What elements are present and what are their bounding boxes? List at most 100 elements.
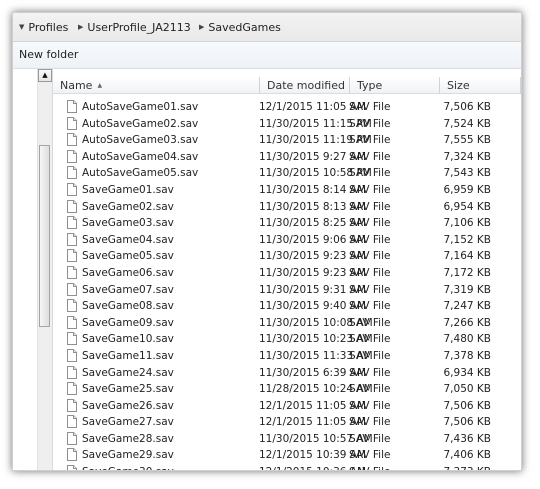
file-row[interactable]: SaveGame26.sav 12/1/2015 11:05 AM SAV File… — [53, 398, 521, 415]
file-row[interactable]: SaveGame30.sav12/1/2015 10:36 AMSAV File… — [53, 464, 521, 470]
file-icon — [67, 365, 77, 379]
file-icon — [67, 100, 77, 113]
file-row[interactable]: SaveGame06.sav 11/30/2015 9:23 AM SAV File… — [53, 265, 521, 282]
file-name: SaveGame02.sav — [82, 200, 174, 213]
file-name: AutoSaveGame05.sav — [82, 167, 199, 180]
file-type: SAV File — [349, 266, 391, 279]
file-row[interactable]: SaveGame27.sav 12/1/2015 11:05 AM SAV File… — [53, 414, 521, 431]
file-type: SAV File — [349, 283, 391, 296]
file-size: 7,555 KB — [443, 134, 492, 147]
file-row[interactable]: SaveGame02.sav 11/30/2015 8:13 AM SAV File… — [53, 199, 521, 216]
file-name: SaveGame27.sav — [82, 416, 174, 429]
file-name: SaveGame30.sav — [82, 464, 174, 470]
file-type: SAV File — [349, 167, 391, 180]
file-type: SAV File — [349, 333, 391, 346]
file-type: SAV File — [349, 449, 391, 462]
file-size: 7,319 KB — [443, 283, 492, 296]
file-size: 7,480 KB — [443, 333, 492, 346]
file-type: SAV File — [349, 250, 391, 263]
file-size: 7,266 KB — [443, 316, 492, 329]
file-type: SAV File — [349, 464, 390, 470]
file-size: 7,506 KB — [443, 101, 492, 113]
file-row[interactable]: SaveGame28.sav 11/30/2015 10:57 AM SAV Fil… — [53, 431, 521, 448]
file-row[interactable]: AutoSaveGame03.sav 11/30/2015 11:19 PM SAV… — [53, 132, 521, 149]
file-name: SaveGame24.sav — [82, 366, 174, 379]
column-header-size[interactable]: Size — [440, 77, 521, 94]
file-type: SAV File — [349, 134, 391, 147]
file-row[interactable]: SaveGame10.sav 11/30/2015 10:23 AM SAV Fil… — [53, 331, 521, 348]
file-row[interactable]: SaveGame29.sav 12/1/2015 10:39 AM SAV File… — [53, 447, 521, 464]
file-row[interactable]: SaveGame08.sav 11/30/2015 9:40 AM SAV File… — [53, 298, 521, 315]
file-name: SaveGame25.sav — [82, 383, 174, 396]
file-row[interactable]: SaveGame11.sav 11/30/2015 11:33 AM SAV Fil… — [53, 348, 521, 365]
file-row[interactable]: SaveGame04.sav 11/30/2015 9:06 AM SAV File… — [53, 232, 521, 249]
file-name: SaveGame04.sav — [82, 233, 174, 246]
file-size: 7,436 KB — [443, 432, 492, 445]
file-list-pane: ▲ Name ▲ Date modified Type Size AutoSave… — [13, 69, 521, 470]
file-row[interactable]: SaveGame25.sav 11/28/2015 10:24 AM SAV Fil… — [53, 381, 521, 398]
file-icon — [67, 315, 77, 329]
address-bar[interactable]: ▼ Profiles ▶ UserProfile_JA2113 ▶ SavedGame… — [13, 13, 521, 42]
chevron-right-icon[interactable]: ▶ — [78, 20, 83, 34]
file-type: SAV File — [349, 117, 391, 130]
file-type: SAV File — [349, 183, 391, 196]
chevron-down-icon[interactable]: ▼ — [19, 20, 24, 34]
file-type: SAV File — [349, 416, 391, 429]
file-name: SaveGame26.sav — [82, 399, 174, 412]
column-header-name[interactable]: Name ▲ — [53, 77, 260, 94]
scroll-up-icon[interactable]: ▲ — [38, 69, 52, 82]
file-icon — [67, 332, 77, 346]
file-icon — [67, 133, 77, 147]
file-row[interactable]: SaveGame24.sav 11/30/2015 6:39 AM SAV File… — [53, 365, 521, 382]
file-name: SaveGame07.sav — [82, 283, 174, 296]
scrollbar-thumb[interactable] — [39, 145, 50, 327]
column-header-date-modified[interactable]: Date modified — [260, 77, 350, 94]
file-name: AutoSaveGame04.sav — [82, 150, 199, 163]
breadcrumb-item-userprofile[interactable]: ▶ UserProfile_JA2113 — [78, 20, 191, 34]
sort-ascending-icon: ▲ — [97, 82, 103, 89]
file-size: 7,378 KB — [443, 349, 492, 362]
file-size: 7,172 KB — [443, 266, 492, 279]
file-row[interactable]: AutoSaveGame05.sav 11/30/2015 10:58 PM SAV… — [53, 165, 521, 182]
file-icon — [67, 282, 77, 296]
file-type: SAV File — [349, 150, 391, 163]
file-row[interactable]: SaveGame09.sav 11/30/2015 10:08 AM SAV Fil… — [53, 315, 521, 332]
file-size: 7,050 KB — [443, 383, 492, 396]
file-icon — [67, 216, 77, 230]
breadcrumb-item-profiles[interactable]: ▼ Profiles — [19, 20, 68, 34]
file-name: SaveGame05.sav — [82, 250, 174, 263]
file-name: SaveGame06.sav — [82, 266, 174, 279]
file-icon — [67, 398, 77, 412]
file-row[interactable]: SaveGame03.sav 11/30/2015 8:25 AM SAV File… — [53, 215, 521, 232]
column-header-type[interactable]: Type — [350, 77, 440, 94]
command-bar: New folder — [13, 42, 521, 69]
file-size: 7,524 KB — [443, 117, 492, 130]
chevron-right-icon[interactable]: ▶ — [199, 20, 204, 34]
file-icon — [67, 116, 77, 130]
file-rows: AutoSaveGame01.sav 12/1/2015 11:05 AM SAV … — [53, 99, 521, 470]
file-row[interactable]: SaveGame05.sav 11/30/2015 9:23 AM SAV File… — [53, 248, 521, 265]
file-name: SaveGame28.sav — [82, 432, 174, 445]
file-icon — [67, 182, 77, 196]
file-name: SaveGame01.sav — [82, 183, 174, 196]
file-row[interactable]: SaveGame07.sav 11/30/2015 9:31 AM SAV File… — [53, 282, 521, 299]
file-icon — [67, 299, 77, 313]
file-name: SaveGame03.sav — [82, 217, 174, 230]
file-icon — [67, 431, 77, 445]
file-icon — [67, 465, 77, 470]
breadcrumb-item-savedgames[interactable]: ▶ SavedGames — [199, 20, 281, 34]
file-name: SaveGame29.sav — [82, 449, 174, 462]
vertical-scrollbar[interactable]: ▲ — [37, 69, 53, 470]
file-icon — [67, 199, 77, 213]
file-type: SAV File — [349, 349, 391, 362]
file-type: SAV File — [349, 101, 391, 113]
file-size: 6,954 KB — [443, 200, 492, 213]
file-type: SAV File — [349, 200, 391, 213]
file-name: AutoSaveGame02.sav — [82, 117, 199, 130]
file-row[interactable]: AutoSaveGame02.sav 11/30/2015 11:15 PM SAV… — [53, 116, 521, 133]
file-row[interactable]: AutoSaveGame04.sav 11/30/2015 9:27 AM SAV … — [53, 149, 521, 166]
new-folder-button[interactable]: New folder — [19, 48, 78, 61]
file-row[interactable]: AutoSaveGame01.sav 12/1/2015 11:05 AM SAV … — [53, 99, 521, 116]
file-row[interactable]: SaveGame01.sav 11/30/2015 8:14 AM SAV File… — [53, 182, 521, 199]
file-size: 6,934 KB — [443, 366, 492, 379]
